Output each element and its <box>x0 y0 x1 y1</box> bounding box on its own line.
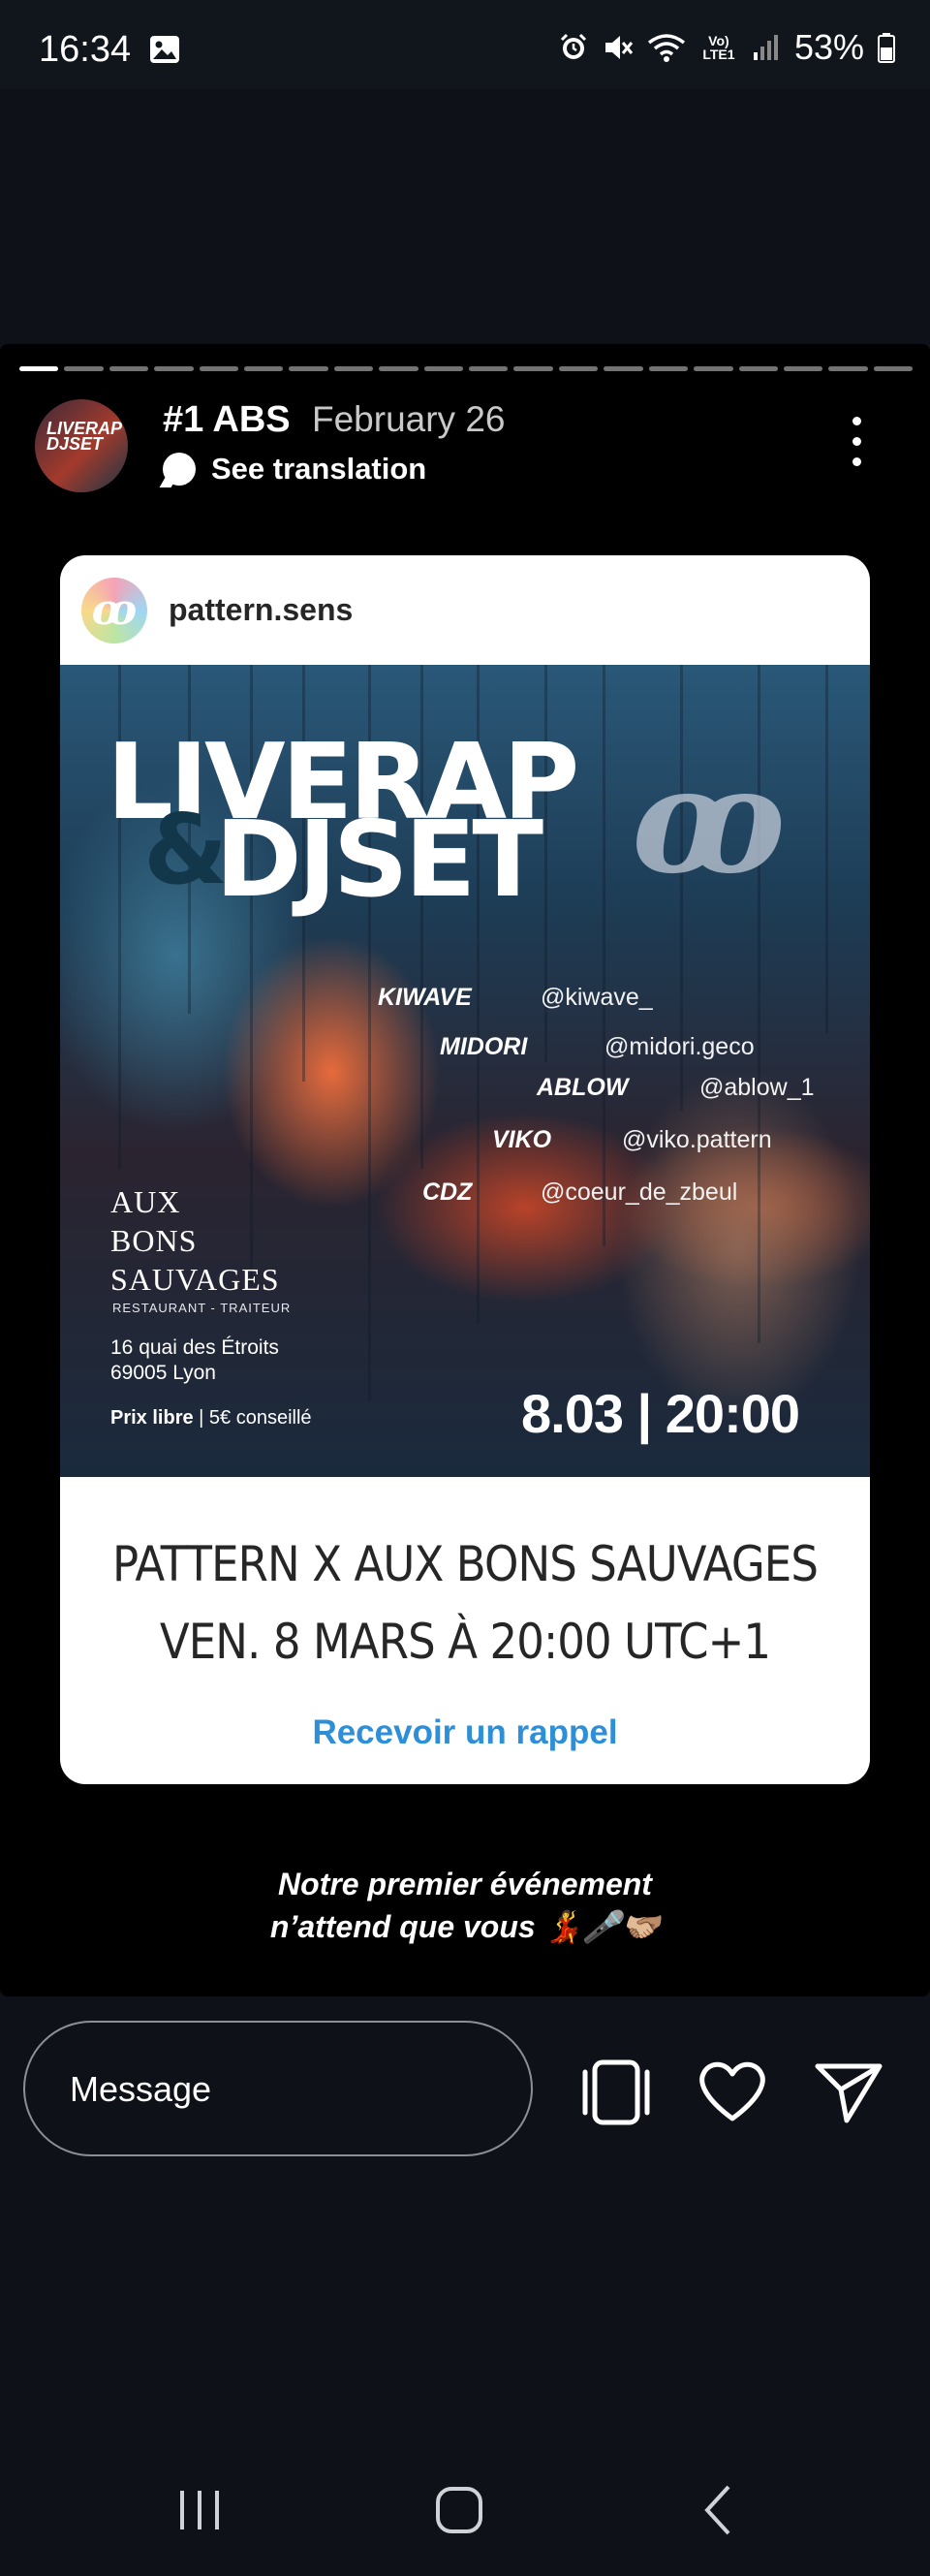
progress-segment <box>694 366 733 371</box>
venue-name: AUX BONS SAUVAGES <box>110 1182 280 1299</box>
progress-segment <box>513 366 553 371</box>
battery-icon <box>878 33 895 63</box>
story-progress <box>19 366 914 372</box>
recent-apps-icon[interactable] <box>170 2481 229 2539</box>
venue-line: AUX <box>110 1184 181 1219</box>
progress-segment <box>648 366 689 371</box>
story-author[interactable]: #1 ABS <box>163 399 291 441</box>
shared-post-card[interactable]: ꝏ pattern.sens LIVERAP & DJSET ꝏ KIWAVE … <box>60 555 870 1784</box>
progress-segment <box>19 366 59 371</box>
shared-post-username[interactable]: pattern.sens <box>169 592 353 628</box>
progress-segment <box>738 366 778 371</box>
venue-subtitle: RESTAURANT - TRAITEUR <box>112 1301 292 1315</box>
status-time: 16:34 <box>39 29 132 70</box>
progress-segment <box>828 366 868 371</box>
network-label: Vo) LTE1 <box>702 33 735 62</box>
gallery-icon <box>150 36 179 63</box>
event-details: PATTERN X AUX BONS SAUVAGES VEN. 8 MARS … <box>60 1477 870 1752</box>
artist-handle: @coeur_de_zbeul <box>541 1178 738 1206</box>
caption-line: n’attend que vous 💃🎤🫱🏼‍🫲🏽 <box>269 1909 661 1944</box>
poster-title-djset: DJSET <box>215 800 543 921</box>
message-placeholder: Message <box>70 2069 212 2109</box>
message-input[interactable]: Message <box>23 2021 533 2156</box>
address-line: 69005 Lyon <box>110 1362 216 1384</box>
system-nav-bar <box>0 2452 930 2576</box>
venue-line: SAUVAGES <box>110 1262 280 1297</box>
progress-segment <box>604 366 643 371</box>
artist-handle: @kiwave_ <box>541 984 653 1011</box>
author-avatar[interactable]: LIVERAP DJSET <box>35 399 128 492</box>
translate-bubble-icon <box>163 453 196 486</box>
price-info: Prix libre | 5€ conseillé <box>110 1407 312 1429</box>
signal-icon <box>753 35 778 60</box>
see-translation-button[interactable]: See translation <box>163 452 426 487</box>
price-label: Prix libre <box>110 1407 194 1429</box>
more-options-icon[interactable] <box>843 417 870 471</box>
event-title: PATTERN X AUX BONS SAUVAGES <box>111 1536 819 1592</box>
artist-handle: @viko.pattern <box>622 1126 772 1153</box>
progress-segment <box>289 366 328 371</box>
artist-name: KIWAVE <box>378 984 472 1011</box>
story-frame-icon[interactable] <box>577 2053 655 2130</box>
shared-post-header[interactable]: ꝏ pattern.sens <box>60 555 870 665</box>
poster-datetime: 8.03 | 20:00 <box>521 1383 800 1444</box>
artist-handle: @ablow_1 <box>699 1074 815 1101</box>
back-icon[interactable] <box>690 2481 748 2539</box>
event-date: VEN. 8 MARS À 20:00 UTC+1 <box>159 1614 771 1670</box>
price-suggested: | 5€ conseillé <box>193 1407 312 1429</box>
artist-name: CDZ <box>422 1178 473 1206</box>
event-poster[interactable]: LIVERAP & DJSET ꝏ KIWAVE @kiwave_ MIDORI… <box>60 665 870 1477</box>
progress-segment <box>558 366 599 371</box>
address-line: 16 quai des Étroits <box>110 1336 279 1359</box>
battery-percent: 53% <box>793 27 864 67</box>
wifi-icon <box>647 34 686 62</box>
progress-segment <box>199 366 239 371</box>
progress-segment <box>469 366 509 371</box>
reminder-button[interactable]: Recevoir un rappel <box>312 1713 617 1752</box>
venue-address: 16 quai des Étroits 69005 Lyon <box>110 1335 279 1386</box>
progress-segment <box>64 366 104 371</box>
progress-segment <box>783 366 823 371</box>
mute-icon <box>604 36 634 59</box>
artist-name: VIKO <box>492 1126 552 1153</box>
progress-segment <box>108 366 149 371</box>
artist-name: ABLOW <box>537 1074 629 1101</box>
home-icon[interactable] <box>430 2481 488 2539</box>
share-send-icon[interactable] <box>810 2053 887 2130</box>
alarm-icon <box>560 33 586 59</box>
progress-segment <box>154 366 194 371</box>
caption-line: Notre premier événement <box>278 1867 652 1901</box>
pattern-poster-logo-icon: ꝏ <box>632 736 786 906</box>
story-caption: Notre premier événement n’attend que vou… <box>0 1863 930 1948</box>
status-icons: Vo) LTE1 53% <box>558 27 895 68</box>
like-heart-icon[interactable] <box>694 2053 771 2130</box>
see-translation-label: See translation <box>211 452 427 486</box>
venue-line: BONS <box>110 1223 198 1258</box>
progress-segment <box>379 366 418 371</box>
progress-segment <box>423 366 464 371</box>
progress-segment <box>873 366 914 371</box>
artist-handle: @midori.geco <box>604 1033 755 1060</box>
progress-segment <box>333 366 374 371</box>
pattern-logo-icon: ꝏ <box>81 577 147 644</box>
artist-name: MIDORI <box>440 1033 528 1060</box>
story-date: February 26 <box>312 399 506 439</box>
avatar-image: LIVERAP DJSET <box>46 419 123 454</box>
status-bar: 16:34 Vo) LTE1 53% <box>0 0 930 89</box>
progress-segment <box>244 366 284 371</box>
